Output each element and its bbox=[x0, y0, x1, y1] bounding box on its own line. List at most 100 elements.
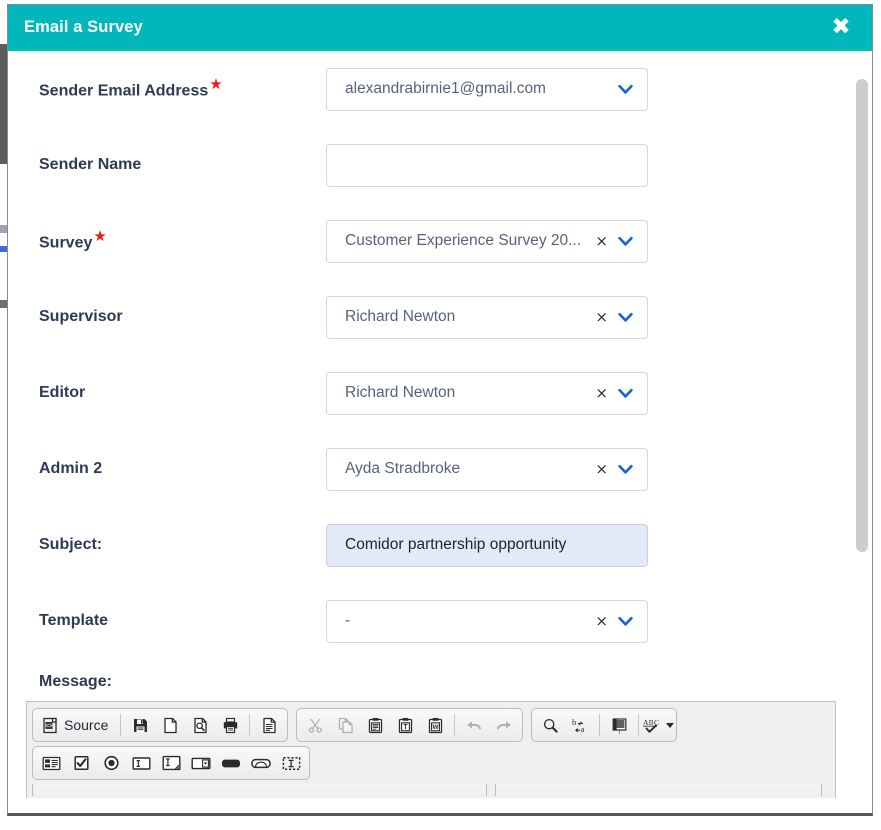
clear-icon-admin-2[interactable]: × bbox=[591, 461, 610, 477]
paste-from-word-button[interactable]: W bbox=[420, 711, 450, 739]
chevron-down-icon-survey[interactable] bbox=[610, 236, 647, 247]
clear-icon-editor[interactable]: × bbox=[591, 385, 610, 401]
form-button[interactable] bbox=[36, 749, 66, 777]
chevron-down-icon-sender-email-address[interactable] bbox=[610, 84, 647, 95]
select-all-icon: I bbox=[611, 717, 628, 734]
close-icon[interactable]: ✖ bbox=[828, 14, 854, 40]
chevron-down-icon-admin-2[interactable] bbox=[610, 464, 647, 475]
button-field-button[interactable] bbox=[216, 749, 246, 777]
field-template[interactable]: - × bbox=[326, 599, 648, 643]
form-row-supervisor: Supervisor Richard Newton × bbox=[8, 279, 854, 355]
clipboard-text-icon: T bbox=[397, 717, 414, 734]
label-subject: Subject: bbox=[8, 536, 326, 554]
source-button[interactable]: <> Source bbox=[36, 711, 116, 739]
scissors-icon bbox=[307, 717, 324, 734]
toolbar-group-clipped-1 bbox=[32, 784, 488, 796]
form-row-subject: Subject: Comidor partnership opportunity bbox=[8, 507, 854, 583]
printer-icon bbox=[222, 717, 239, 734]
paste-button[interactable] bbox=[360, 711, 390, 739]
redo-arrow-icon bbox=[495, 717, 513, 734]
required-asterisk-icon: ★ bbox=[209, 75, 223, 94]
spellcheck-abc-icon: ABC bbox=[642, 717, 663, 734]
replace-button[interactable]: ba bbox=[565, 711, 595, 739]
cut-button bbox=[300, 711, 330, 739]
chevron-down-icon[interactable] bbox=[666, 722, 675, 728]
label-text: Supervisor bbox=[39, 308, 123, 325]
form-row-admin-2: Admin 2 Ayda Stradbroke × bbox=[8, 431, 854, 507]
field-value-admin-2[interactable]: Ayda Stradbroke bbox=[327, 460, 591, 478]
field-value-subject[interactable]: Comidor partnership opportunity bbox=[327, 536, 647, 554]
toolbar-row-1: <> Source T Wb a I ABC bbox=[32, 708, 830, 742]
field-survey[interactable]: Customer Experience Survey 20... × bbox=[326, 219, 648, 263]
chevron-down-icon-editor[interactable] bbox=[610, 388, 647, 399]
spellcheck-button[interactable]: ABC bbox=[642, 711, 675, 739]
label-template: Template bbox=[8, 612, 326, 630]
toolbar-editing-group: b a I ABC bbox=[531, 708, 678, 742]
message-label: Message: bbox=[39, 673, 112, 690]
field-editor[interactable]: Richard Newton × bbox=[326, 371, 648, 415]
field-value-sender-email-address[interactable]: alexandrabirnie1@gmail.com bbox=[327, 80, 610, 98]
floppy-disk-icon bbox=[132, 717, 149, 734]
form-row-survey: Survey★ Customer Experience Survey 20... × bbox=[8, 203, 854, 279]
templates-button[interactable] bbox=[254, 711, 284, 739]
chevron-down-icon-template[interactable] bbox=[610, 616, 647, 627]
clear-icon-supervisor[interactable]: × bbox=[591, 309, 610, 325]
select-all-button[interactable]: I bbox=[604, 711, 634, 739]
field-value-survey[interactable]: Customer Experience Survey 20... bbox=[327, 232, 591, 250]
svg-text:I: I bbox=[618, 729, 620, 734]
radio-button-button[interactable] bbox=[96, 749, 126, 777]
save-button[interactable] bbox=[125, 711, 155, 739]
select-field-icon bbox=[191, 756, 211, 771]
checkbox-button[interactable] bbox=[66, 749, 96, 777]
label-survey: Survey★ bbox=[8, 229, 326, 252]
document-lines-icon bbox=[261, 717, 278, 734]
page-magnifier-icon bbox=[192, 717, 209, 734]
label-text: Sender Email Address bbox=[39, 82, 209, 100]
source-code-icon: <> bbox=[42, 717, 59, 734]
toolbar-separator bbox=[120, 714, 122, 736]
field-sender-email-address[interactable]: alexandrabirnie1@gmail.com bbox=[326, 67, 648, 111]
vertical-scrollbar-thumb[interactable] bbox=[856, 79, 868, 552]
paste-as-text-button[interactable]: T bbox=[390, 711, 420, 739]
field-value-supervisor[interactable]: Richard Newton bbox=[327, 308, 591, 326]
image-button-icon bbox=[251, 757, 271, 770]
field-sender-name[interactable] bbox=[326, 143, 648, 187]
blank-page-icon bbox=[162, 717, 179, 734]
text-field-button[interactable] bbox=[126, 749, 156, 777]
textarea-button[interactable] bbox=[156, 749, 186, 777]
chevron-down-icon-supervisor[interactable] bbox=[610, 312, 647, 323]
svg-text:a: a bbox=[580, 724, 584, 734]
svg-text:<>: <> bbox=[45, 722, 53, 729]
magnifier-icon bbox=[542, 717, 559, 734]
field-subject[interactable]: Comidor partnership opportunity bbox=[326, 523, 648, 567]
field-value-editor[interactable]: Richard Newton bbox=[327, 384, 591, 402]
form-icon bbox=[42, 756, 61, 771]
label-text: Survey bbox=[39, 234, 93, 252]
image-button-button[interactable] bbox=[246, 749, 276, 777]
field-value-template[interactable]: - bbox=[327, 612, 591, 630]
toolbar-group-clipped-2 bbox=[495, 784, 822, 796]
form-row-editor: Editor Richard Newton × bbox=[8, 355, 854, 431]
field-admin-2[interactable]: Ayda Stradbroke × bbox=[326, 447, 648, 491]
survey-email-form: Sender Email Address★ alexandrabirnie1@gm… bbox=[8, 51, 854, 659]
select-field-button[interactable] bbox=[186, 749, 216, 777]
label-sender-name: Sender Name bbox=[8, 156, 326, 174]
print-button[interactable] bbox=[215, 711, 245, 739]
find-button[interactable] bbox=[535, 711, 565, 739]
hidden-field-button[interactable] bbox=[276, 749, 306, 777]
clear-icon-survey[interactable]: × bbox=[591, 233, 610, 249]
undo-arrow-icon bbox=[465, 717, 483, 734]
form-row-sender-email-address: Sender Email Address★ alexandrabirnie1@gm… bbox=[8, 51, 854, 127]
clipboard-icon bbox=[367, 717, 384, 734]
vertical-scrollbar-track[interactable] bbox=[855, 51, 869, 813]
preview-button[interactable] bbox=[185, 711, 215, 739]
toolbar-row-3-clipped bbox=[32, 784, 830, 796]
label-admin-2: Admin 2 bbox=[8, 460, 326, 478]
new-page-button[interactable] bbox=[155, 711, 185, 739]
field-supervisor[interactable]: Richard Newton × bbox=[326, 295, 648, 339]
text-field-icon bbox=[132, 756, 151, 771]
replace-ba-icon: ba bbox=[571, 717, 590, 734]
label-text: Admin 2 bbox=[39, 460, 103, 477]
dialog-scroll-area: Sender Email Address★ alexandrabirnie1@gm… bbox=[8, 51, 872, 813]
clear-icon-template[interactable]: × bbox=[591, 613, 610, 629]
